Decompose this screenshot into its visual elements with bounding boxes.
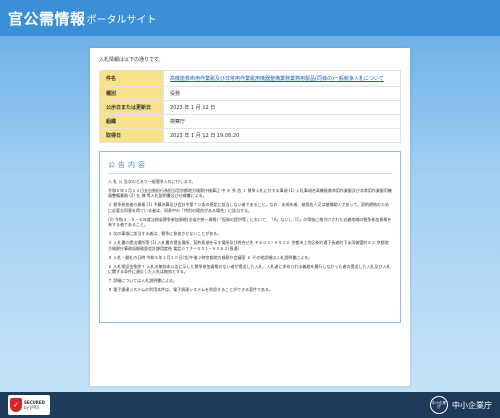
table-row: 種別 役務 [99, 86, 401, 101]
intro-text: 入札情報は以下の通りです。 [99, 57, 164, 63]
notice-box: 公告内容 入 札 公 告次のとおり一般競争入札に付します。 令和５年１月１２日支… [99, 151, 401, 323]
notice-paragraph: ４ 入札書の提出場所等 (1) 入札書の提出場所、契約条項を示す場所及び問合せ先… [108, 240, 389, 251]
notice-paragraph: ３ 次の事項に該当する者は、競争に参加させないことがある。 [108, 231, 222, 237]
row-value: 高機能救命用作業艇及び非常用作業艇用機器整備業務業務用製品(同様の)一般競争入札… [163, 70, 401, 87]
notice-paragraph: 入 札 公 告次のとおり一般競争入札に付します。 [108, 179, 196, 184]
row-label: 公示日または更新日 [99, 100, 164, 115]
notice-paragraph: ７ 詳細については入札説明書による。 [108, 278, 177, 284]
site-logo-main[interactable]: 官公需情報 [8, 8, 86, 29]
row-value: 2023 年 1 月 12 日 19:08:20 [163, 128, 401, 143]
subject-link[interactable]: 高機能救命用作業艇及び非常用作業艇用機器整備業務業務用製品(同様の)一般競争入札… [170, 76, 384, 82]
notice-paragraph: ２ 競争参加者の資格 (1) 予算決算及び会計令第７０条の規定に該当しない者であ… [108, 202, 389, 213]
bid-info-table: 件名 高機能救命用作業艇及び非常用作業艇用機器整備業務業務用製品(同様の)一般競… [99, 70, 401, 143]
secured-badge-line2: by JPRS [24, 405, 40, 410]
chusho-label: 中小企業庁 [452, 400, 492, 410]
site-header: 官公需情報 ポータルサイト [0, 0, 500, 36]
chusho-link[interactable]: 中小企業庁 中小企業庁 [430, 396, 492, 414]
row-label: 組織 [99, 114, 164, 129]
row-label: 取得日 [99, 128, 164, 143]
secured-badge-text: SECURED by JPRS [24, 400, 45, 410]
row-label: 種別 [99, 86, 164, 101]
lock-shield-icon: ✓ [10, 398, 22, 412]
row-label: 件名 [99, 70, 164, 87]
table-row: 組織 検察庁 [99, 114, 401, 129]
table-row: 件名 高機能救命用作業艇及び非常用作業艇用機器整備業務業務用製品(同様の)一般競… [99, 70, 401, 87]
site-footer: ✓ SECURED by JPRS 中小企業庁 中小企業庁 [0, 392, 500, 418]
table-row: 公示日または更新日 2023 年 1 月 12 日 [99, 100, 401, 115]
notice-paragraph: (2) 令和４・５・６年度法務省競争参加資格(全省庁統一資格)「役務の提供等」に… [108, 216, 392, 228]
notice-paragraph: 令和５年１月１２日支出負担行為担当官京都地方検察庁検事正 中 川 秀 信 １ 競… [108, 188, 392, 199]
secured-badge[interactable]: ✓ SECURED by JPRS [8, 395, 50, 415]
notice-title: 公告内容 [108, 160, 392, 174]
row-value: 検察庁 [163, 114, 401, 129]
bid-detail-card: 入札情報は以下の通りです。 件名 高機能救命用作業艇及び非常用作業艇用機器整備業… [90, 48, 410, 386]
notice-paragraph: ８ 電子調達システムの利用本件は、電子調達システムを利用することができる案件であ… [108, 287, 273, 293]
notice-body: 入 札 公 告次のとおり一般競争入札に付します。 令和５年１月１２日支出負担行為… [108, 179, 392, 292]
row-value: 役務 [163, 86, 401, 101]
table-row: 取得日 2023 年 1 月 12 日 19:08:20 [99, 128, 401, 143]
chusho-logo-icon: 中小企業庁 [430, 396, 448, 414]
notice-paragraph: ５ 入札・開札の日時 令和５年２月１０日(金)午後２時京都地方検察庁会議室 ６ … [108, 254, 313, 260]
notice-paragraph: ６ 入札保証金免除７ 入札の無効本公告に示した競争参加資格のない者が提出した入札… [108, 263, 391, 275]
row-value: 2023 年 1 月 12 日 [163, 100, 401, 115]
site-logo-sub[interactable]: ポータルサイト [87, 11, 157, 26]
